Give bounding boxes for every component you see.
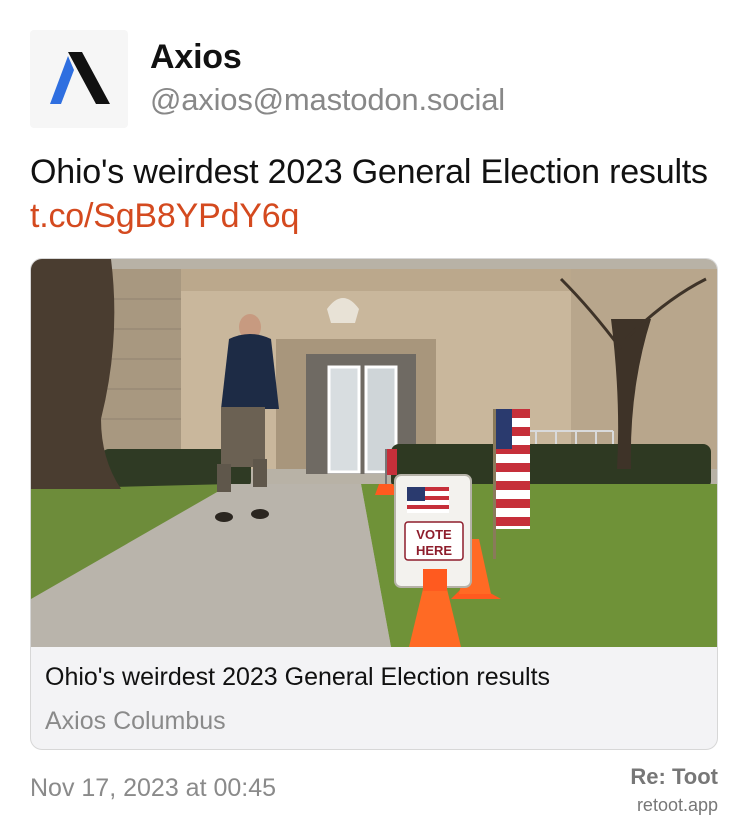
vote-sign-line1: VOTE	[416, 527, 452, 542]
vote-sign-line2: HERE	[416, 543, 452, 558]
post-text-content: Ohio's weirdest 2023 General Election re…	[30, 153, 708, 191]
axios-logo-icon	[50, 52, 110, 104]
brand-url: retoot.app	[636, 795, 718, 815]
post-text: Ohio's weirdest 2023 General Election re…	[30, 150, 720, 238]
author-handle[interactable]: @axios@mastodon.social	[150, 82, 505, 118]
brand-title: Re: Toot	[630, 764, 718, 789]
card-source: Axios Columbus	[45, 707, 226, 735]
post-timestamp: Nov 17, 2023 at 00:45	[30, 774, 277, 802]
author-avatar[interactable]	[30, 30, 128, 128]
card-title[interactable]: Ohio's weirdest 2023 General Election re…	[45, 663, 550, 692]
polling-place-photo: VOTE HERE	[31, 259, 717, 647]
author-name[interactable]: Axios	[150, 38, 242, 77]
post-link[interactable]: t.co/SgB8YPdY6q	[30, 197, 299, 235]
link-preview-card[interactable]: VOTE HERE Ohio's weirdest 2023 General E…	[30, 258, 718, 750]
